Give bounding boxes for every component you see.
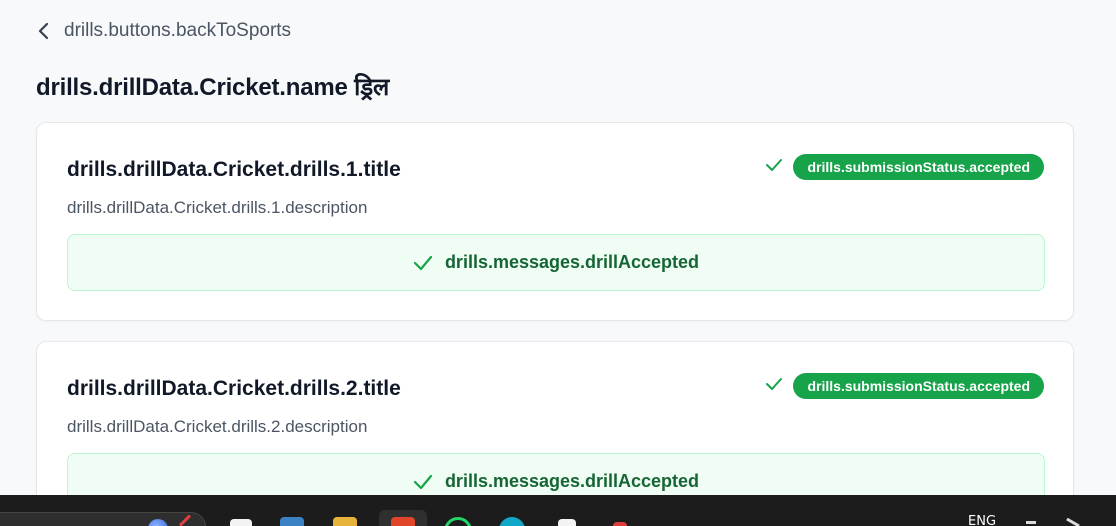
app-icon[interactable] — [558, 519, 576, 526]
drill-card: drills.drillData.Cricket.drills.1.title … — [36, 122, 1074, 321]
status-badge: drills.submissionStatus.accepted — [793, 373, 1044, 399]
check-icon — [413, 255, 433, 271]
check-icon — [765, 377, 783, 396]
task-view-icon[interactable] — [230, 519, 252, 526]
brave-browser-icon[interactable] — [391, 517, 415, 526]
back-to-sports-button[interactable]: drills.buttons.backToSports — [38, 20, 291, 42]
message-text: drills.messages.drillAccepted — [444, 252, 700, 272]
message-text: drills.messages.drillAccepted — [444, 471, 700, 491]
file-explorer-icon[interactable] — [333, 517, 357, 526]
taskbar: ENG — [0, 495, 1116, 526]
volume-icon[interactable] — [1066, 517, 1080, 526]
drill-accepted-message: drills.messages.drillAccepted — [67, 234, 1045, 291]
page-title: drills.drillData.Cricket.name ड्रिल — [36, 74, 390, 101]
submission-status: drills.submissionStatus.accepted — [765, 373, 1044, 399]
submission-status: drills.submissionStatus.accepted — [765, 154, 1044, 180]
drill-page: drills.buttons.backToSports drills.drill… — [0, 0, 1116, 526]
drill-title: drills.drillData.Cricket.drills.2.title — [67, 377, 401, 400]
drill-description: drills.drillData.Cricket.drills.2.descri… — [67, 417, 368, 436]
check-icon — [765, 158, 783, 177]
drill-title: drills.drillData.Cricket.drills.1.title — [67, 158, 401, 181]
app-icon[interactable] — [499, 517, 525, 526]
check-icon — [413, 474, 433, 490]
taskbar-search-box[interactable] — [0, 512, 206, 526]
store-icon[interactable] — [280, 517, 304, 526]
drill-description: drills.drillData.Cricket.drills.1.descri… — [67, 198, 368, 217]
wifi-icon[interactable] — [1026, 521, 1036, 524]
language-indicator[interactable]: ENG — [968, 514, 996, 526]
chevron-left-icon — [38, 22, 50, 40]
status-badge: drills.submissionStatus.accepted — [793, 154, 1044, 180]
whatsapp-icon[interactable] — [444, 517, 472, 526]
app-icon[interactable] — [613, 522, 627, 526]
back-to-sports-label: drills.buttons.backToSports — [64, 20, 292, 41]
